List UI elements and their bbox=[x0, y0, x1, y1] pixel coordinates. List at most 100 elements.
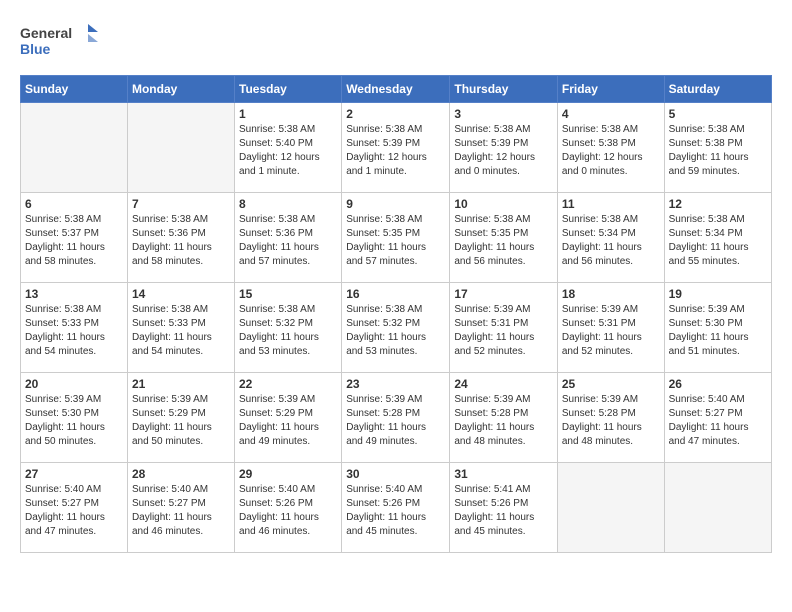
day-info: Sunrise: 5:39 AM Sunset: 5:29 PM Dayligh… bbox=[132, 393, 230, 449]
day-number: 9 bbox=[346, 197, 445, 211]
day-info: Sunrise: 5:39 AM Sunset: 5:31 PM Dayligh… bbox=[562, 303, 660, 359]
calendar-cell: 7Sunrise: 5:38 AM Sunset: 5:36 PM Daylig… bbox=[127, 193, 234, 283]
day-info: Sunrise: 5:41 AM Sunset: 5:26 PM Dayligh… bbox=[454, 483, 553, 539]
calendar-cell: 30 Sunrise: 5:40 AM Sunset: 5:26 PM Dayli… bbox=[342, 463, 450, 553]
calendar-cell: 8 Sunrise: 5:38 AM Sunset: 5:36 PM Daylig… bbox=[235, 193, 342, 283]
calendar-cell: 20 Sunrise: 5:39 AM Sunset: 5:30 PM Dayli… bbox=[21, 373, 128, 463]
calendar-cell: 19Sunrise: 5:39 AM Sunset: 5:30 PM Dayli… bbox=[664, 283, 771, 373]
calendar-cell: 24 Sunrise: 5:39 AM Sunset: 5:28 PM Dayli… bbox=[450, 373, 558, 463]
calendar-cell: 22 Sunrise: 5:39 AM Sunset: 5:29 PM Dayli… bbox=[235, 373, 342, 463]
calendar-cell: 2Sunrise: 5:38 AM Sunset: 5:39 PM Daylig… bbox=[342, 103, 450, 193]
logo: General Blue bbox=[20, 20, 100, 65]
day-number: 23 bbox=[346, 377, 445, 391]
day-info: Sunrise: 5:39 AM Sunset: 5:30 PM Dayligh… bbox=[25, 393, 123, 449]
calendar-week-row: 1 Sunrise: 5:38 AM Sunset: 5:40 PM Daylig… bbox=[21, 103, 772, 193]
calendar-week-row: 27 Sunrise: 5:40 AM Sunset: 5:27 PM Dayli… bbox=[21, 463, 772, 553]
page-header: General Blue bbox=[20, 20, 772, 65]
day-number: 30 bbox=[346, 467, 445, 481]
calendar-table: SundayMondayTuesdayWednesdayThursdayFrid… bbox=[20, 75, 772, 553]
day-info: Sunrise: 5:39 AM Sunset: 5:31 PM Dayligh… bbox=[454, 303, 553, 359]
day-number: 5 bbox=[669, 107, 767, 121]
day-number: 25 bbox=[562, 377, 660, 391]
calendar-cell: 16 Sunrise: 5:38 AM Sunset: 5:32 PM Dayli… bbox=[342, 283, 450, 373]
day-info: Sunrise: 5:38 AM Sunset: 5:34 PM Dayligh… bbox=[669, 213, 767, 269]
calendar-cell bbox=[21, 103, 128, 193]
weekday-header: Thursday bbox=[450, 76, 558, 103]
calendar-cell: 21 Sunrise: 5:39 AM Sunset: 5:29 PM Dayli… bbox=[127, 373, 234, 463]
weekday-header: Wednesday bbox=[342, 76, 450, 103]
day-info: Sunrise: 5:40 AM Sunset: 5:27 PM Dayligh… bbox=[669, 393, 767, 449]
day-number: 15 bbox=[239, 287, 337, 301]
calendar-cell: 27 Sunrise: 5:40 AM Sunset: 5:27 PM Dayli… bbox=[21, 463, 128, 553]
calendar-cell: 18 Sunrise: 5:39 AM Sunset: 5:31 PM Dayli… bbox=[557, 283, 664, 373]
day-number: 16 bbox=[346, 287, 445, 301]
day-info: Sunrise: 5:39 AM Sunset: 5:28 PM Dayligh… bbox=[346, 393, 445, 449]
generalblue-logo: General Blue bbox=[20, 20, 100, 65]
calendar-header-row: SundayMondayTuesdayWednesdayThursdayFrid… bbox=[21, 76, 772, 103]
calendar-week-row: 13Sunrise: 5:38 AM Sunset: 5:33 PM Dayli… bbox=[21, 283, 772, 373]
calendar-cell: 5 Sunrise: 5:38 AM Sunset: 5:38 PM Daylig… bbox=[664, 103, 771, 193]
day-info: Sunrise: 5:38 AM Sunset: 5:40 PM Dayligh… bbox=[239, 123, 337, 179]
day-number: 29 bbox=[239, 467, 337, 481]
day-info: Sunrise: 5:38 AM Sunset: 5:38 PM Dayligh… bbox=[562, 123, 660, 179]
day-number: 21 bbox=[132, 377, 230, 391]
calendar-cell bbox=[557, 463, 664, 553]
svg-text:Blue: Blue bbox=[20, 41, 51, 57]
day-number: 4 bbox=[562, 107, 660, 121]
day-info: Sunrise: 5:39 AM Sunset: 5:29 PM Dayligh… bbox=[239, 393, 337, 449]
calendar-cell: 31Sunrise: 5:41 AM Sunset: 5:26 PM Dayli… bbox=[450, 463, 558, 553]
calendar-cell bbox=[127, 103, 234, 193]
day-number: 27 bbox=[25, 467, 123, 481]
day-number: 14 bbox=[132, 287, 230, 301]
day-number: 11 bbox=[562, 197, 660, 211]
calendar-cell: 26Sunrise: 5:40 AM Sunset: 5:27 PM Dayli… bbox=[664, 373, 771, 463]
day-info: Sunrise: 5:40 AM Sunset: 5:27 PM Dayligh… bbox=[132, 483, 230, 539]
day-info: Sunrise: 5:38 AM Sunset: 5:36 PM Dayligh… bbox=[239, 213, 337, 269]
day-info: Sunrise: 5:39 AM Sunset: 5:28 PM Dayligh… bbox=[562, 393, 660, 449]
calendar-cell: 17Sunrise: 5:39 AM Sunset: 5:31 PM Dayli… bbox=[450, 283, 558, 373]
weekday-header: Tuesday bbox=[235, 76, 342, 103]
day-info: Sunrise: 5:39 AM Sunset: 5:30 PM Dayligh… bbox=[669, 303, 767, 359]
day-info: Sunrise: 5:38 AM Sunset: 5:35 PM Dayligh… bbox=[454, 213, 553, 269]
calendar-cell: 4 Sunrise: 5:38 AM Sunset: 5:38 PM Daylig… bbox=[557, 103, 664, 193]
day-number: 20 bbox=[25, 377, 123, 391]
calendar-cell: 11Sunrise: 5:38 AM Sunset: 5:34 PM Dayli… bbox=[557, 193, 664, 283]
day-number: 24 bbox=[454, 377, 553, 391]
day-info: Sunrise: 5:40 AM Sunset: 5:27 PM Dayligh… bbox=[25, 483, 123, 539]
day-number: 1 bbox=[239, 107, 337, 121]
day-info: Sunrise: 5:38 AM Sunset: 5:39 PM Dayligh… bbox=[454, 123, 553, 179]
day-number: 12 bbox=[669, 197, 767, 211]
day-info: Sunrise: 5:38 AM Sunset: 5:37 PM Dayligh… bbox=[25, 213, 123, 269]
day-number: 22 bbox=[239, 377, 337, 391]
day-info: Sunrise: 5:38 AM Sunset: 5:38 PM Dayligh… bbox=[669, 123, 767, 179]
day-number: 10 bbox=[454, 197, 553, 211]
day-info: Sunrise: 5:40 AM Sunset: 5:26 PM Dayligh… bbox=[346, 483, 445, 539]
calendar-cell: 23 Sunrise: 5:39 AM Sunset: 5:28 PM Dayli… bbox=[342, 373, 450, 463]
calendar-cell: 3 Sunrise: 5:38 AM Sunset: 5:39 PM Daylig… bbox=[450, 103, 558, 193]
day-info: Sunrise: 5:40 AM Sunset: 5:26 PM Dayligh… bbox=[239, 483, 337, 539]
calendar-cell: 14Sunrise: 5:38 AM Sunset: 5:33 PM Dayli… bbox=[127, 283, 234, 373]
day-number: 18 bbox=[562, 287, 660, 301]
day-info: Sunrise: 5:38 AM Sunset: 5:32 PM Dayligh… bbox=[346, 303, 445, 359]
svg-text:General: General bbox=[20, 25, 72, 41]
day-number: 3 bbox=[454, 107, 553, 121]
weekday-header: Sunday bbox=[21, 76, 128, 103]
day-info: Sunrise: 5:39 AM Sunset: 5:28 PM Dayligh… bbox=[454, 393, 553, 449]
calendar-cell: 6Sunrise: 5:38 AM Sunset: 5:37 PM Daylig… bbox=[21, 193, 128, 283]
day-number: 2 bbox=[346, 107, 445, 121]
calendar-cell: 12 Sunrise: 5:38 AM Sunset: 5:34 PM Dayli… bbox=[664, 193, 771, 283]
calendar-cell: 29 Sunrise: 5:40 AM Sunset: 5:26 PM Dayli… bbox=[235, 463, 342, 553]
calendar-cell: 10 Sunrise: 5:38 AM Sunset: 5:35 PM Dayli… bbox=[450, 193, 558, 283]
calendar-cell: 9 Sunrise: 5:38 AM Sunset: 5:35 PM Daylig… bbox=[342, 193, 450, 283]
day-info: Sunrise: 5:38 AM Sunset: 5:32 PM Dayligh… bbox=[239, 303, 337, 359]
day-info: Sunrise: 5:38 AM Sunset: 5:36 PM Dayligh… bbox=[132, 213, 230, 269]
calendar-cell bbox=[664, 463, 771, 553]
day-info: Sunrise: 5:38 AM Sunset: 5:35 PM Dayligh… bbox=[346, 213, 445, 269]
day-number: 28 bbox=[132, 467, 230, 481]
day-number: 8 bbox=[239, 197, 337, 211]
weekday-header: Friday bbox=[557, 76, 664, 103]
calendar-cell: 1 Sunrise: 5:38 AM Sunset: 5:40 PM Daylig… bbox=[235, 103, 342, 193]
calendar-cell: 25 Sunrise: 5:39 AM Sunset: 5:28 PM Dayli… bbox=[557, 373, 664, 463]
day-info: Sunrise: 5:38 AM Sunset: 5:33 PM Dayligh… bbox=[25, 303, 123, 359]
calendar-week-row: 20 Sunrise: 5:39 AM Sunset: 5:30 PM Dayli… bbox=[21, 373, 772, 463]
